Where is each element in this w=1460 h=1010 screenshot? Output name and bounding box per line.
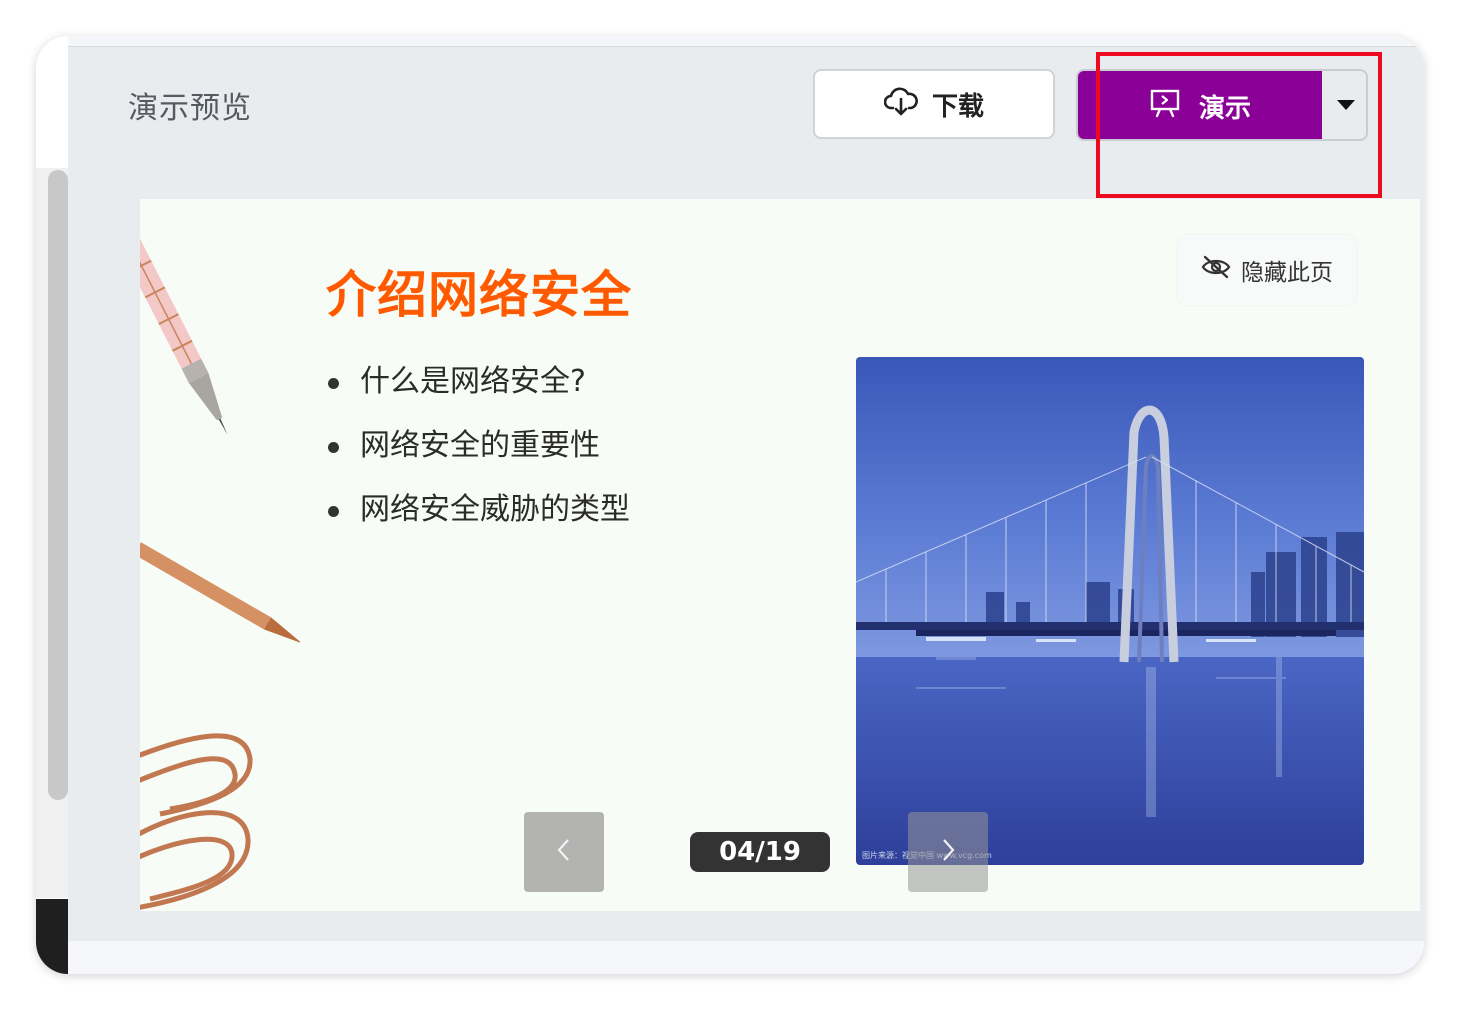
next-slide-button[interactable]: [908, 812, 988, 892]
slide-bullet: 网络安全威胁的类型: [326, 487, 630, 551]
hide-slide-button[interactable]: 隐藏此页: [1178, 235, 1356, 305]
hide-slide-label: 隐藏此页: [1241, 260, 1333, 286]
slide-title: 介绍网络安全: [326, 266, 632, 324]
slide-bullet-list: 什么是网络安全? 网络安全的重要性 网络安全威胁的类型: [326, 359, 630, 551]
dark-corner: [36, 899, 68, 974]
download-button[interactable]: 下载: [813, 69, 1055, 139]
left-strip: [36, 36, 68, 974]
present-split-button: 演示: [1076, 69, 1368, 141]
chevron-left-icon: [554, 837, 574, 867]
present-label: 演示: [1198, 93, 1251, 124]
scrollbar-thumb[interactable]: [48, 170, 68, 800]
bottom-area: [68, 941, 1424, 974]
eye-off-icon: [1201, 255, 1231, 285]
slide-bullet: 什么是网络安全?: [326, 359, 630, 423]
download-label: 下载: [931, 91, 984, 122]
stationery-decoration: [140, 207, 300, 910]
cloud-download-icon: [883, 86, 918, 123]
page-counter: 04/19: [690, 832, 830, 872]
slide-bullet: 网络安全的重要性: [326, 423, 630, 487]
preview-panel: 演示预览 下载 演示 介绍网络安全 什么是网络安全? 网络安全的重要性 网络安全…: [68, 46, 1424, 941]
preview-window: 演示预览 下载 演示 介绍网络安全 什么是网络安全? 网络安全的重要性 网络安全…: [36, 36, 1424, 974]
page-title: 演示预览: [128, 91, 252, 126]
present-button[interactable]: 演示: [1078, 71, 1322, 139]
slide-preview: 介绍网络安全 什么是网络安全? 网络安全的重要性 网络安全威胁的类型 隐藏此页: [140, 199, 1420, 911]
present-dropdown-button[interactable]: [1322, 71, 1366, 139]
chevron-right-icon: [938, 837, 958, 867]
previous-slide-button[interactable]: [524, 812, 604, 892]
bridge-photo: 图片来源：视觉中国 www.vcg.com: [856, 357, 1364, 865]
presentation-icon: [1149, 88, 1181, 125]
caret-down-icon: [1336, 97, 1356, 116]
